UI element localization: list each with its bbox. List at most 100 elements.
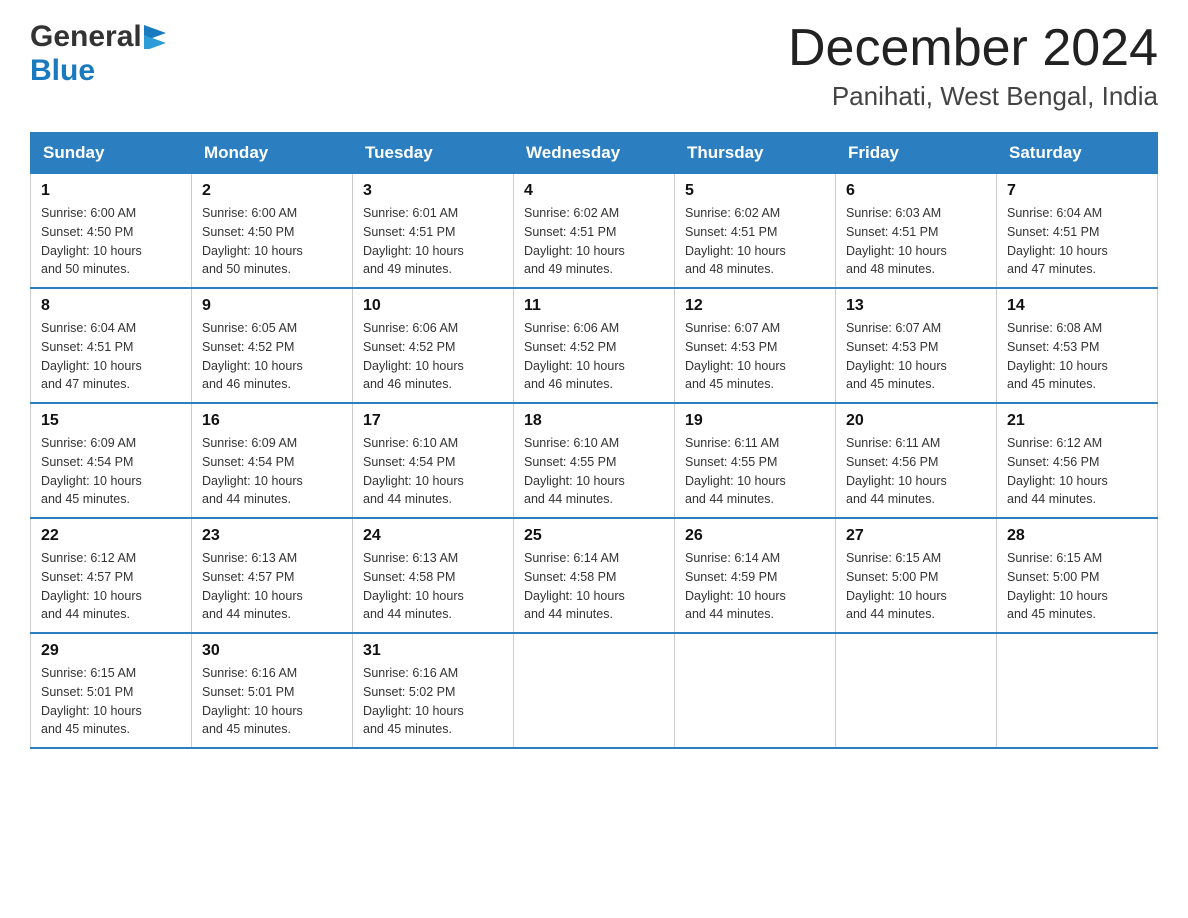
calendar-cell: 15 Sunrise: 6:09 AM Sunset: 4:54 PM Dayl…: [31, 403, 192, 518]
calendar-cell: 2 Sunrise: 6:00 AM Sunset: 4:50 PM Dayli…: [192, 174, 353, 289]
title-block: December 2024 Panihati, West Bengal, Ind…: [788, 20, 1158, 112]
day-header-sunday: Sunday: [31, 133, 192, 174]
day-number: 29: [41, 642, 181, 660]
day-info: Sunrise: 6:05 AM Sunset: 4:52 PM Dayligh…: [202, 319, 342, 394]
day-info: Sunrise: 6:06 AM Sunset: 4:52 PM Dayligh…: [363, 319, 503, 394]
day-number: 7: [1007, 182, 1147, 200]
day-info: Sunrise: 6:00 AM Sunset: 4:50 PM Dayligh…: [41, 204, 181, 279]
day-number: 16: [202, 412, 342, 430]
day-info: Sunrise: 6:02 AM Sunset: 4:51 PM Dayligh…: [685, 204, 825, 279]
day-header-thursday: Thursday: [675, 133, 836, 174]
calendar-cell: 3 Sunrise: 6:01 AM Sunset: 4:51 PM Dayli…: [353, 174, 514, 289]
calendar-cell: 27 Sunrise: 6:15 AM Sunset: 5:00 PM Dayl…: [836, 518, 997, 633]
calendar-cell: 18 Sunrise: 6:10 AM Sunset: 4:55 PM Dayl…: [514, 403, 675, 518]
day-number: 18: [524, 412, 664, 430]
day-number: 26: [685, 527, 825, 545]
day-number: 12: [685, 297, 825, 315]
day-info: Sunrise: 6:11 AM Sunset: 4:56 PM Dayligh…: [846, 434, 986, 509]
day-info: Sunrise: 6:07 AM Sunset: 4:53 PM Dayligh…: [685, 319, 825, 394]
calendar-header-row: SundayMondayTuesdayWednesdayThursdayFrid…: [31, 133, 1158, 174]
calendar-cell: [514, 633, 675, 748]
day-number: 6: [846, 182, 986, 200]
day-info: Sunrise: 6:08 AM Sunset: 4:53 PM Dayligh…: [1007, 319, 1147, 394]
day-info: Sunrise: 6:14 AM Sunset: 4:58 PM Dayligh…: [524, 549, 664, 624]
calendar-cell: 10 Sunrise: 6:06 AM Sunset: 4:52 PM Dayl…: [353, 288, 514, 403]
logo-icon: [144, 25, 166, 49]
day-number: 11: [524, 297, 664, 315]
day-info: Sunrise: 6:16 AM Sunset: 5:01 PM Dayligh…: [202, 664, 342, 739]
day-info: Sunrise: 6:12 AM Sunset: 4:56 PM Dayligh…: [1007, 434, 1147, 509]
day-number: 2: [202, 182, 342, 200]
week-row-1: 1 Sunrise: 6:00 AM Sunset: 4:50 PM Dayli…: [31, 174, 1158, 289]
day-info: Sunrise: 6:12 AM Sunset: 4:57 PM Dayligh…: [41, 549, 181, 624]
calendar-cell: 21 Sunrise: 6:12 AM Sunset: 4:56 PM Dayl…: [997, 403, 1158, 518]
calendar-cell: 29 Sunrise: 6:15 AM Sunset: 5:01 PM Dayl…: [31, 633, 192, 748]
day-info: Sunrise: 6:00 AM Sunset: 4:50 PM Dayligh…: [202, 204, 342, 279]
week-row-2: 8 Sunrise: 6:04 AM Sunset: 4:51 PM Dayli…: [31, 288, 1158, 403]
day-info: Sunrise: 6:15 AM Sunset: 5:00 PM Dayligh…: [846, 549, 986, 624]
day-number: 8: [41, 297, 181, 315]
calendar-cell: 25 Sunrise: 6:14 AM Sunset: 4:58 PM Dayl…: [514, 518, 675, 633]
day-number: 31: [363, 642, 503, 660]
page-header: General Blue December 2024 Panihati, Wes…: [30, 20, 1158, 112]
calendar-cell: 4 Sunrise: 6:02 AM Sunset: 4:51 PM Dayli…: [514, 174, 675, 289]
day-info: Sunrise: 6:13 AM Sunset: 4:58 PM Dayligh…: [363, 549, 503, 624]
calendar-cell: [675, 633, 836, 748]
day-header-wednesday: Wednesday: [514, 133, 675, 174]
calendar-cell: 17 Sunrise: 6:10 AM Sunset: 4:54 PM Dayl…: [353, 403, 514, 518]
logo: General Blue: [30, 20, 166, 88]
day-info: Sunrise: 6:15 AM Sunset: 5:00 PM Dayligh…: [1007, 549, 1147, 624]
calendar-cell: 19 Sunrise: 6:11 AM Sunset: 4:55 PM Dayl…: [675, 403, 836, 518]
calendar-cell: 11 Sunrise: 6:06 AM Sunset: 4:52 PM Dayl…: [514, 288, 675, 403]
logo-blue-text: Blue: [30, 54, 95, 87]
day-info: Sunrise: 6:10 AM Sunset: 4:55 PM Dayligh…: [524, 434, 664, 509]
day-number: 3: [363, 182, 503, 200]
calendar-cell: 28 Sunrise: 6:15 AM Sunset: 5:00 PM Dayl…: [997, 518, 1158, 633]
calendar-cell: 8 Sunrise: 6:04 AM Sunset: 4:51 PM Dayli…: [31, 288, 192, 403]
calendar-cell: 20 Sunrise: 6:11 AM Sunset: 4:56 PM Dayl…: [836, 403, 997, 518]
day-info: Sunrise: 6:01 AM Sunset: 4:51 PM Dayligh…: [363, 204, 503, 279]
day-number: 23: [202, 527, 342, 545]
week-row-3: 15 Sunrise: 6:09 AM Sunset: 4:54 PM Dayl…: [31, 403, 1158, 518]
day-number: 21: [1007, 412, 1147, 430]
location-title: Panihati, West Bengal, India: [788, 81, 1158, 112]
calendar-cell: 31 Sunrise: 6:16 AM Sunset: 5:02 PM Dayl…: [353, 633, 514, 748]
day-info: Sunrise: 6:13 AM Sunset: 4:57 PM Dayligh…: [202, 549, 342, 624]
calendar-cell: 23 Sunrise: 6:13 AM Sunset: 4:57 PM Dayl…: [192, 518, 353, 633]
day-info: Sunrise: 6:11 AM Sunset: 4:55 PM Dayligh…: [685, 434, 825, 509]
day-number: 27: [846, 527, 986, 545]
calendar-cell: 12 Sunrise: 6:07 AM Sunset: 4:53 PM Dayl…: [675, 288, 836, 403]
day-number: 14: [1007, 297, 1147, 315]
day-number: 28: [1007, 527, 1147, 545]
day-number: 5: [685, 182, 825, 200]
calendar-cell: 16 Sunrise: 6:09 AM Sunset: 4:54 PM Dayl…: [192, 403, 353, 518]
calendar-cell: [997, 633, 1158, 748]
day-info: Sunrise: 6:15 AM Sunset: 5:01 PM Dayligh…: [41, 664, 181, 739]
day-number: 19: [685, 412, 825, 430]
day-number: 10: [363, 297, 503, 315]
day-info: Sunrise: 6:06 AM Sunset: 4:52 PM Dayligh…: [524, 319, 664, 394]
logo-general-text: General: [30, 20, 142, 54]
day-info: Sunrise: 6:09 AM Sunset: 4:54 PM Dayligh…: [41, 434, 181, 509]
day-info: Sunrise: 6:07 AM Sunset: 4:53 PM Dayligh…: [846, 319, 986, 394]
calendar-cell: 5 Sunrise: 6:02 AM Sunset: 4:51 PM Dayli…: [675, 174, 836, 289]
day-number: 4: [524, 182, 664, 200]
calendar-cell: 1 Sunrise: 6:00 AM Sunset: 4:50 PM Dayli…: [31, 174, 192, 289]
day-info: Sunrise: 6:10 AM Sunset: 4:54 PM Dayligh…: [363, 434, 503, 509]
day-info: Sunrise: 6:03 AM Sunset: 4:51 PM Dayligh…: [846, 204, 986, 279]
day-number: 22: [41, 527, 181, 545]
day-number: 24: [363, 527, 503, 545]
day-number: 25: [524, 527, 664, 545]
day-number: 1: [41, 182, 181, 200]
day-number: 20: [846, 412, 986, 430]
day-header-tuesday: Tuesday: [353, 133, 514, 174]
calendar-cell: 22 Sunrise: 6:12 AM Sunset: 4:57 PM Dayl…: [31, 518, 192, 633]
day-info: Sunrise: 6:14 AM Sunset: 4:59 PM Dayligh…: [685, 549, 825, 624]
week-row-5: 29 Sunrise: 6:15 AM Sunset: 5:01 PM Dayl…: [31, 633, 1158, 748]
calendar-cell: 13 Sunrise: 6:07 AM Sunset: 4:53 PM Dayl…: [836, 288, 997, 403]
calendar-cell: 7 Sunrise: 6:04 AM Sunset: 4:51 PM Dayli…: [997, 174, 1158, 289]
day-number: 9: [202, 297, 342, 315]
calendar-cell: 6 Sunrise: 6:03 AM Sunset: 4:51 PM Dayli…: [836, 174, 997, 289]
day-header-saturday: Saturday: [997, 133, 1158, 174]
calendar-table: SundayMondayTuesdayWednesdayThursdayFrid…: [30, 132, 1158, 749]
